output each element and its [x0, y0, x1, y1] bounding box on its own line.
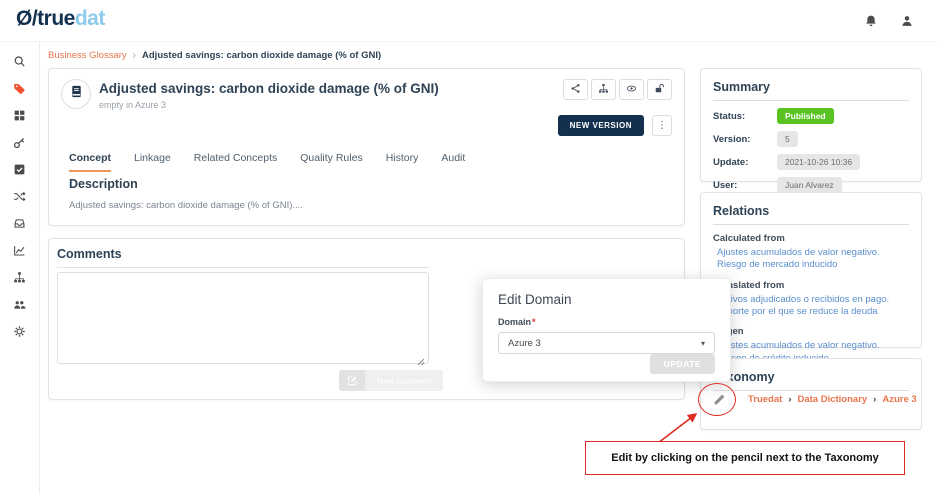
user-badge: Juan Alvarez — [777, 177, 842, 193]
domain-select[interactable]: Azure 3 ▾ — [498, 332, 715, 354]
summary-row-update: Update: 2021-10-26 10:36 — [713, 154, 909, 170]
concept-action-buttons — [563, 79, 672, 100]
summary-row-version: Version: 5 — [713, 131, 909, 147]
modal-title: Edit Domain — [498, 292, 715, 307]
archive-icon — [13, 217, 26, 235]
taxonomy-panel: Taxonomy Truedat › Data Dictionary › Azu… — [700, 358, 922, 430]
structure-button[interactable] — [591, 79, 616, 100]
concept-title: Adjusted savings: carbon dioxide damage … — [99, 81, 439, 96]
shuffle-icon — [13, 190, 26, 208]
sidebar-nav — [0, 42, 40, 494]
annotation-callout: Edit by clicking on the pencil next to t… — [585, 441, 905, 475]
sidebar-item-business-glossary[interactable] — [0, 77, 40, 104]
domain-select-value: Azure 3 — [508, 338, 541, 349]
version-badge: 5 — [777, 131, 798, 147]
key-icon — [13, 136, 26, 154]
breadcrumb: Business Glossary › Adjusted savings: ca… — [48, 50, 381, 61]
summary-row-user: User: Juan Alvarez — [713, 177, 909, 193]
sidebar-item-permissions[interactable] — [0, 131, 40, 158]
status-badge: Published — [777, 108, 834, 124]
domain-field-label: Domain* — [498, 317, 715, 327]
more-actions-button[interactable]: ⋮ — [652, 115, 672, 136]
concept-avatar — [61, 79, 91, 109]
breadcrumb-separator: › — [133, 50, 136, 61]
description-heading: Description — [69, 177, 138, 191]
tab-related-concepts[interactable]: Related Concepts — [194, 152, 277, 172]
taxonomy-link-data-dictionary[interactable]: Data Dictionary — [797, 394, 867, 405]
sidebar-item-ingests[interactable] — [0, 212, 40, 239]
sidebar-item-users[interactable] — [0, 293, 40, 320]
share-icon — [570, 81, 581, 99]
summary-heading: Summary — [713, 80, 909, 101]
concept-tabs: Concept Linkage Related Concepts Quality… — [69, 152, 465, 172]
tab-audit[interactable]: Audit — [441, 152, 465, 172]
breadcrumb-current-concept: Adjusted savings: carbon dioxide damage … — [142, 50, 381, 61]
top-header: Ø/truedat — [0, 0, 938, 42]
relations-heading: Relations — [713, 204, 909, 225]
comments-heading: Comments — [57, 247, 429, 268]
search-icon — [13, 55, 26, 73]
comment-input[interactable] — [57, 272, 429, 364]
eye-icon — [626, 81, 637, 99]
sidebar-item-quality[interactable] — [0, 158, 40, 185]
edit-domain-modal: Edit Domain Domain* Azure 3 ▾ UPDATE — [482, 278, 731, 382]
edit-pencil-icon — [339, 370, 365, 391]
tag-icon — [13, 82, 26, 100]
update-button[interactable]: UPDATE — [650, 354, 715, 374]
chart-line-icon — [13, 244, 26, 262]
logo-owl-mark: Ø/true — [16, 7, 75, 30]
watch-button[interactable] — [619, 79, 644, 100]
sidebar-item-settings[interactable] — [0, 320, 40, 347]
book-icon — [69, 84, 84, 104]
lock-button[interactable] — [647, 79, 672, 100]
taxonomy-link-azure-3[interactable]: Azure 3 — [882, 394, 916, 405]
bell-icon[interactable] — [864, 14, 878, 28]
relation-link[interactable]: Ajustes acumulados de valor negativo. Ri… — [713, 247, 909, 272]
taxonomy-link-truedat[interactable]: Truedat — [748, 394, 782, 405]
update-badge: 2021-10-26 10:36 — [777, 154, 860, 170]
taxonomy-edit-pencil-icon[interactable] — [713, 393, 726, 406]
relations-panel: Relations Calculated from Ajustes acumul… — [700, 192, 922, 348]
users-icon — [13, 298, 26, 316]
user-icon[interactable] — [900, 14, 914, 28]
new-comment-label: New comment — [365, 370, 443, 391]
sitemap-icon — [598, 81, 609, 99]
tab-concept[interactable]: Concept — [69, 152, 111, 172]
required-asterisk: * — [532, 317, 536, 327]
share-button[interactable] — [563, 79, 588, 100]
unlock-icon — [654, 81, 665, 99]
sidebar-item-dashboards[interactable] — [0, 239, 40, 266]
tab-history[interactable]: History — [386, 152, 419, 172]
summary-row-status: Status: Published — [713, 108, 909, 124]
chevron-down-icon: ▾ — [701, 339, 705, 348]
summary-panel: Summary Status: Published Version: 5 Upd… — [700, 68, 922, 182]
tab-linkage[interactable]: Linkage — [134, 152, 171, 172]
breadcrumb-business-glossary[interactable]: Business Glossary — [48, 50, 127, 61]
gear-icon — [13, 325, 26, 343]
relation-group-translated-from: Translated from — [713, 280, 909, 291]
concept-subtitle: empty in Azure 3 — [99, 100, 166, 110]
kebab-icon: ⋮ — [657, 120, 667, 131]
relation-group-calculated-from: Calculated from — [713, 233, 909, 244]
sitemap-icon — [13, 271, 26, 289]
description-text: Adjusted savings: carbon dioxide damage … — [69, 200, 303, 211]
sidebar-item-lineage[interactable] — [0, 266, 40, 293]
relation-link[interactable]: Activos adjudicados o recibidos en pago.… — [713, 294, 909, 319]
taxonomy-heading: Taxonomy — [713, 370, 909, 391]
resize-handle-icon[interactable] — [417, 353, 425, 371]
sidebar-item-catalog[interactable] — [0, 104, 40, 131]
new-comment-button[interactable]: New comment — [339, 370, 443, 391]
sidebar-item-search[interactable] — [0, 50, 40, 77]
concept-card: Adjusted savings: carbon dioxide damage … — [48, 68, 685, 226]
new-version-button[interactable]: NEW VERSION — [558, 115, 644, 136]
sidebar-item-connections[interactable] — [0, 185, 40, 212]
check-square-icon — [13, 163, 26, 181]
truedat-logo[interactable]: Ø/truedat — [16, 7, 105, 31]
annotation-text: Edit by clicking on the pencil next to t… — [611, 452, 879, 464]
grid-icon — [13, 109, 26, 127]
relation-group-origin: Origen — [713, 326, 909, 337]
tab-quality-rules[interactable]: Quality Rules — [300, 152, 362, 172]
